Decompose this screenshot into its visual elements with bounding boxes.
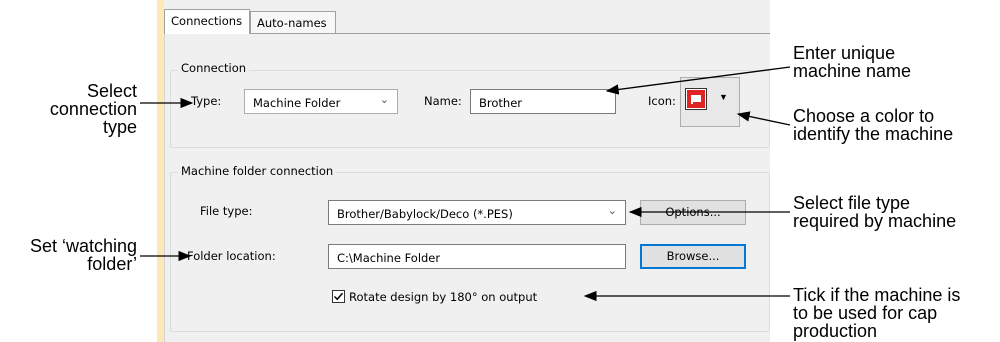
- annotation-enter-name: Enter unique machine name: [793, 43, 912, 81]
- annotation-choose-color: Choose a color to identify the machine: [793, 106, 954, 144]
- annotation-select-file-type: Select file type required by machine: [793, 193, 957, 231]
- annotation-select-connection-type: Select connection type: [49, 81, 137, 137]
- tab-connections[interactable]: Connections: [164, 9, 250, 34]
- callout-arrow-name: [605, 66, 791, 95]
- annotation-set-watching-folder: Set ‘watching folder’: [29, 236, 137, 274]
- annotation-tick-cap: Tick if the machine is to be used for ca…: [793, 285, 961, 341]
- callout-arrow-icon: [736, 111, 791, 126]
